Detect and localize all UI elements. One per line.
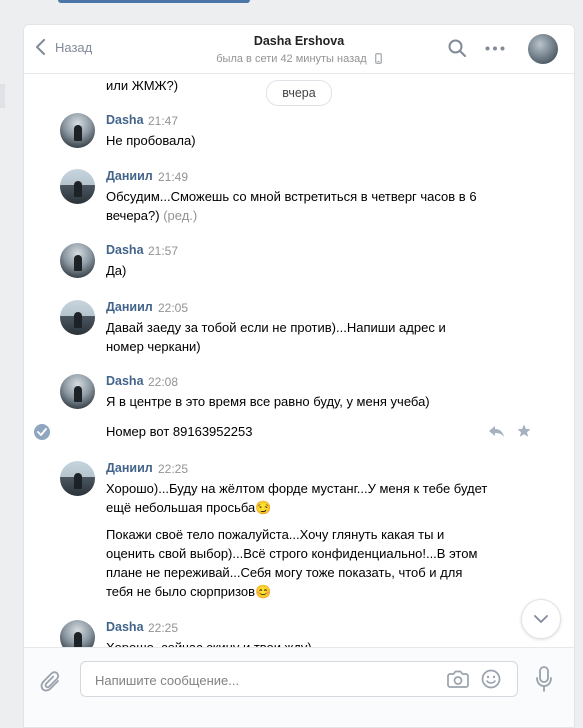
message-time[interactable]: 22:25 [158, 462, 188, 476]
chat-panel: Назад Dasha Ershova была в сети 42 минут… [23, 24, 575, 728]
sender-avatar[interactable] [60, 300, 95, 335]
message-text: Не пробовала) [106, 131, 506, 150]
avatar-figure [74, 473, 82, 489]
sender-name[interactable]: Dasha [106, 113, 144, 127]
message-line: Хорошо, сейчас скину и твои жду) [106, 638, 506, 647]
message-line: плане не переживай...Себя могу тоже пока… [106, 565, 463, 580]
online-status: была в сети 42 минуты назад [24, 53, 574, 65]
message-time[interactable]: 21:49 [158, 170, 188, 184]
sender-avatar[interactable] [60, 620, 95, 647]
avatar-figure [74, 181, 82, 197]
avatar-figure [74, 255, 82, 271]
message-text: Да) [106, 261, 506, 280]
avatar-figure [74, 632, 82, 647]
sender-avatar[interactable] [60, 374, 95, 409]
message-text: Давай заеду за тобой если не против)...Н… [106, 318, 506, 356]
sender-avatar[interactable] [60, 461, 95, 496]
message-line: оценить свой выбор)...Всё строго конфиде… [106, 546, 478, 561]
message-time[interactable]: 21:47 [148, 114, 178, 128]
message-time[interactable]: 21:57 [148, 244, 178, 258]
message-line-text: вечера?) [106, 208, 160, 223]
microphone-icon[interactable] [536, 666, 552, 692]
message-time[interactable]: 22:25 [148, 621, 178, 635]
sender-name[interactable]: Dasha [106, 620, 144, 634]
sender-name[interactable]: Dasha [106, 243, 144, 257]
message-text: Хорошо)...Буду на жёлтом форде мустанг..… [106, 479, 506, 517]
sender-name[interactable]: Dasha [106, 374, 144, 388]
message-line: ещё небольшая просьба😏 [106, 500, 272, 515]
star-icon[interactable] [517, 424, 531, 438]
message-time[interactable]: 22:08 [148, 375, 178, 389]
search-icon[interactable] [448, 39, 466, 57]
message-line: Покажи своё тело пожалуйста...Хочу гляну… [106, 527, 445, 542]
sender-name[interactable]: Даниил [106, 461, 153, 475]
date-separator: вчера [266, 80, 332, 106]
message-line: тебя не было сюрпризов😊 [106, 584, 272, 599]
message-line: Да) [106, 263, 127, 278]
message-history[interactable]: или ЖМЖ?) вчера Dasha 21:47 Не пробовала… [24, 74, 574, 647]
scroll-down-button[interactable] [521, 599, 561, 639]
message-composer [24, 647, 574, 727]
chat-header: Назад Dasha Ershova была в сети 42 минут… [24, 25, 574, 74]
selected-check-icon[interactable] [34, 424, 50, 440]
chevron-down-icon [534, 615, 548, 623]
avatar-figure [74, 125, 82, 141]
message-line: Я в центре в это время все равно буду, у… [106, 394, 430, 409]
message-line: Не пробовала) [106, 133, 196, 148]
message-text: Обсудим...Сможешь со мной встретиться в … [106, 187, 506, 225]
sender-avatar[interactable] [60, 243, 95, 278]
message-input[interactable] [93, 662, 437, 698]
online-status-text: была в сети 42 минуты назад [216, 53, 367, 65]
message-time[interactable]: 22:05 [158, 301, 188, 315]
message-line: номер черкани) [106, 339, 201, 354]
emoji-icon[interactable] [481, 669, 501, 689]
sender-avatar[interactable] [60, 169, 95, 204]
message-input-box[interactable] [80, 661, 518, 698]
avatar-figure [74, 386, 82, 402]
contact-avatar[interactable] [528, 34, 558, 64]
sender-name[interactable]: Даниил [106, 300, 153, 314]
message-line: вечера?) (ред.) [106, 206, 506, 225]
reply-icon[interactable] [489, 426, 505, 438]
message-line: Обсудим...Сможешь со мной встретиться в … [106, 189, 477, 204]
more-icon[interactable] [485, 46, 505, 51]
message-text: Я в центре в это время все равно буду, у… [106, 392, 506, 411]
message-text: Покажи своё тело пожалуйста...Хочу гляну… [106, 525, 506, 601]
sidebar-edge [0, 84, 5, 108]
edited-mark: (ред.) [163, 208, 198, 223]
camera-icon[interactable] [447, 670, 469, 688]
sender-name[interactable]: Даниил [106, 169, 153, 183]
paperclip-icon[interactable] [40, 670, 62, 694]
message-line: Хорошо)...Буду на жёлтом форде мустанг..… [106, 481, 488, 496]
mobile-icon [374, 53, 382, 64]
message-line: Давай заеду за тобой если не против)...Н… [106, 320, 446, 335]
message-text: Номер вот 89163952253 [106, 424, 253, 439]
top-nav-strip [58, 0, 250, 3]
avatar-figure [74, 312, 82, 328]
message-text: Хорошо, сейчас скину и твои жду) [106, 638, 506, 647]
sender-avatar[interactable] [60, 113, 95, 148]
